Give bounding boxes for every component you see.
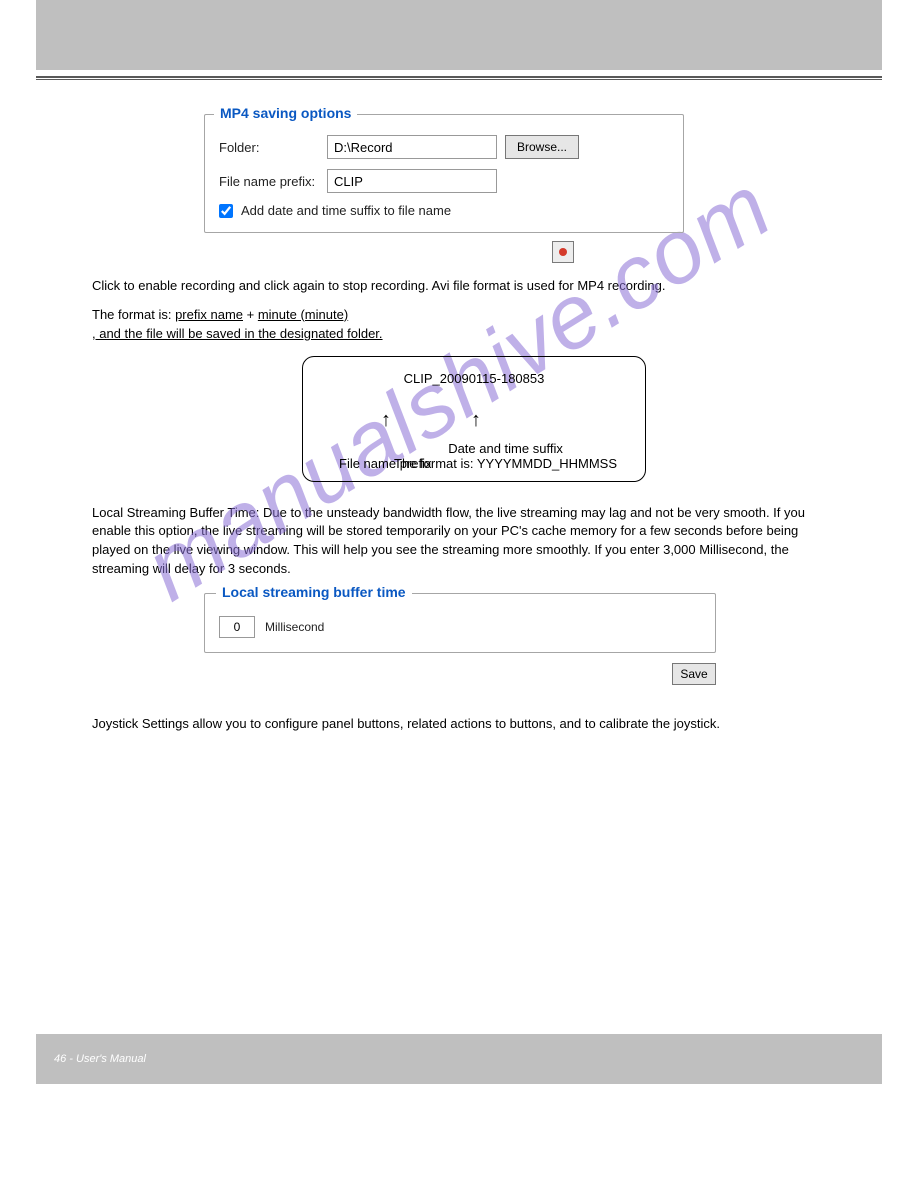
record-button[interactable] — [552, 241, 574, 263]
buffer-unit: Millisecond — [265, 620, 324, 634]
lsb-legend: Local streaming buffer time — [216, 584, 412, 600]
save-button[interactable]: Save — [672, 663, 716, 685]
buffer-paragraph: Local Streaming Buffer Time: Due to the … — [92, 504, 812, 579]
header-bar — [36, 0, 882, 70]
buffer-input[interactable] — [219, 616, 255, 638]
underline-minute: minute (minute) — [258, 307, 348, 322]
browse-button[interactable]: Browse... — [505, 135, 579, 159]
record-paragraph: Click to enable recording and click agai… — [92, 277, 812, 296]
divider — [36, 76, 882, 78]
prefix-input[interactable] — [327, 169, 497, 193]
arrow-icon: ↑ — [471, 409, 481, 432]
underline-prefix: prefix name — [175, 307, 243, 322]
add-suffix-label: Add date and time suffix to file name — [241, 203, 451, 218]
example-label-datetime-1: Date and time suffix — [394, 441, 617, 456]
example-label-datetime-2: The format is: YYYYMMDD_HHMMSS — [394, 456, 617, 471]
footer-left: 46 - User's Manual — [54, 1053, 146, 1065]
filename-example-box: CLIP_20090115-180853 ↑ ↑ File name prefi… — [302, 356, 646, 482]
arrow-icon: ↑ — [381, 409, 391, 432]
filename-format-line: The format is: prefix name + minute (min… — [92, 306, 882, 344]
filename-example: CLIP_20090115-180853 — [315, 371, 633, 386]
footer-bar: 46 - User's Manual — [36, 1034, 882, 1084]
joystick-paragraph: Joystick Settings allow you to configure… — [92, 715, 832, 734]
plus-sign: + — [247, 307, 258, 322]
folder-input[interactable] — [327, 135, 497, 159]
mp4-legend: MP4 saving options — [214, 105, 357, 121]
example-label-datetime: Date and time suffix The format is: YYYY… — [394, 441, 617, 471]
prefix-label: File name prefix: — [219, 174, 327, 189]
record-icon — [559, 248, 567, 256]
underline-rest: , and the file will be saved in the desi… — [92, 326, 383, 341]
filename-intro: The format is: — [92, 307, 175, 322]
add-suffix-checkbox[interactable] — [219, 204, 233, 218]
folder-label: Folder: — [219, 140, 327, 155]
local-streaming-buffer: Local streaming buffer time Millisecond — [204, 593, 716, 653]
mp4-saving-options: MP4 saving options Folder: Browse... Fil… — [204, 114, 684, 233]
